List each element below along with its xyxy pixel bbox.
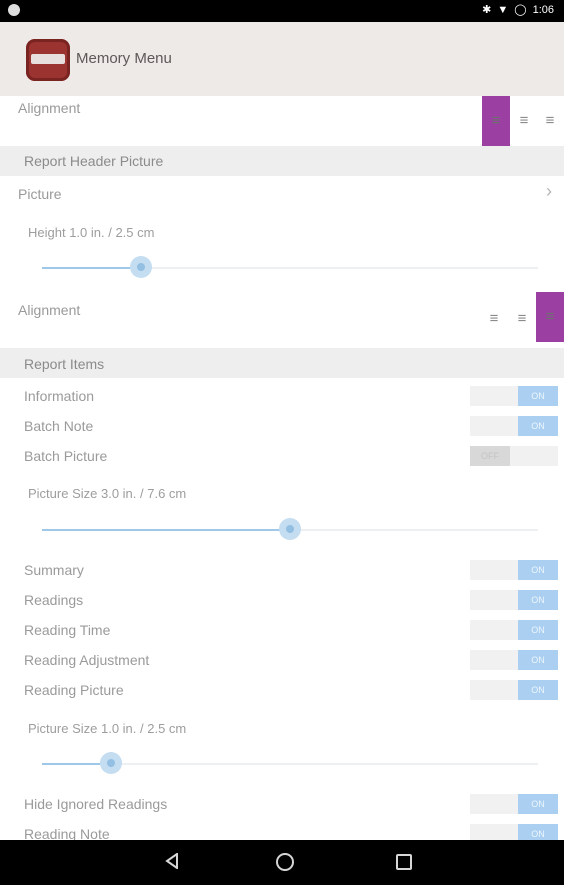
align-center-icon: ≡ — [519, 112, 529, 129]
align-right-button[interactable]: ≡ — [536, 96, 564, 146]
section-title: Report Header Picture — [24, 153, 164, 169]
align-left-icon: ≡ — [491, 112, 501, 129]
alignment-row-header-picture: Alignment ≡ ≡ ≡ — [0, 292, 564, 344]
toggle-label: Summary — [24, 562, 84, 578]
picture-size-slider-thumb[interactable] — [279, 518, 301, 540]
notification-icon — [8, 4, 20, 16]
height-slider-label: Height 1.0 in. / 2.5 cm — [28, 225, 155, 240]
toggle-label: Hide Ignored Readings — [24, 796, 168, 812]
height-slider-row: Height 1.0 in. / 2.5 cm — [0, 210, 564, 296]
chevron-right-icon: › — [546, 181, 552, 201]
toggle-label: Reading Picture — [24, 682, 124, 698]
align-center-button[interactable]: ≡ — [508, 294, 536, 344]
toggle-label: Reading Adjustment — [24, 652, 150, 668]
navigation-bar — [0, 840, 564, 885]
section-header-report-items: Report Items — [0, 348, 564, 378]
status-bar: ✱ ▼ ◯ 1:06 — [0, 0, 564, 22]
toggle-row-information: Information ON — [0, 386, 564, 406]
information-toggle[interactable]: ON — [470, 386, 558, 406]
picture-size-slider-label: Picture Size 3.0 in. / 7.6 cm — [28, 486, 187, 501]
toggle-knob: ON — [518, 416, 558, 436]
align-center-button[interactable]: ≡ — [510, 96, 538, 146]
toggle-knob: ON — [518, 650, 558, 670]
toggle-knob: OFF — [470, 446, 510, 466]
toggle-row-reading-time: Reading Time ON — [0, 620, 564, 640]
app-title: Memory Menu — [76, 50, 172, 67]
align-left-button[interactable]: ≡ — [482, 96, 510, 146]
app-logo-icon[interactable] — [26, 39, 70, 81]
back-icon[interactable] — [165, 853, 179, 869]
toggle-knob: ON — [518, 590, 558, 610]
reading-time-toggle[interactable]: ON — [470, 620, 558, 640]
toggle-knob: ON — [518, 620, 558, 640]
align-right-icon: ≡ — [545, 112, 555, 129]
toggle-label: Reading Time — [24, 622, 111, 638]
toggle-label: Batch Note — [24, 418, 94, 434]
alarm-icon: ◯ — [514, 4, 527, 16]
height-slider-fill — [42, 267, 142, 269]
toggle-label: Batch Picture — [24, 448, 108, 464]
align-left-button[interactable]: ≡ — [480, 294, 508, 344]
bluetooth-icon: ✱ — [482, 4, 492, 16]
section-title: Report Items — [24, 356, 105, 372]
toggle-knob: ON — [518, 680, 558, 700]
reading-picture-size-slider-thumb[interactable] — [100, 752, 123, 774]
summary-toggle[interactable]: ON — [470, 560, 558, 580]
reading-picture-toggle[interactable]: ON — [470, 680, 558, 700]
toggle-row-batch-picture: Batch Picture OFF — [0, 446, 564, 466]
hide-ignored-readings-toggle[interactable]: ON — [470, 794, 558, 814]
align-right-button[interactable]: ≡ — [536, 292, 564, 342]
picture-size-slider[interactable] — [42, 518, 538, 540]
alignment-row-top: Alignment ≡ ≡ ≡ — [0, 96, 564, 146]
toggle-label: Information — [24, 388, 95, 404]
toggle-label: Readings — [24, 592, 84, 608]
reading-picture-size-slider-row: Picture Size 1.0 in. / 2.5 cm — [0, 706, 564, 792]
recents-icon[interactable] — [396, 854, 412, 870]
reading-adjustment-toggle[interactable]: ON — [470, 650, 558, 670]
toggle-knob: ON — [518, 386, 558, 406]
toggle-knob: ON — [518, 794, 558, 814]
picture-label: Picture — [18, 186, 62, 202]
reading-picture-size-slider-label: Picture Size 1.0 in. / 2.5 cm — [28, 721, 187, 736]
height-slider-thumb[interactable] — [130, 256, 153, 278]
batch-note-toggle[interactable]: ON — [470, 416, 558, 436]
toggle-row-reading-adjustment: Reading Adjustment ON — [0, 650, 564, 670]
align-center-icon: ≡ — [517, 310, 527, 327]
home-icon[interactable] — [276, 853, 294, 871]
align-left-icon: ≡ — [489, 310, 499, 327]
reading-picture-size-slider[interactable] — [42, 752, 538, 774]
wifi-icon: ▼ — [497, 4, 509, 16]
alignment-label: Alignment — [18, 100, 81, 116]
toggle-row-hide-ignored-readings: Hide Ignored Readings ON — [0, 794, 564, 814]
app-bar: Memory Menu — [0, 22, 564, 96]
alignment-label: Alignment — [18, 302, 81, 318]
align-right-icon: ≡ — [545, 308, 555, 325]
batch-picture-toggle[interactable]: OFF — [470, 446, 558, 466]
picture-row[interactable]: Picture › — [0, 176, 564, 210]
toggle-knob: ON — [518, 560, 558, 580]
height-slider[interactable] — [42, 256, 538, 278]
section-header-report-header-picture: Report Header Picture — [0, 146, 564, 176]
picture-size-slider-fill — [42, 529, 290, 531]
toggle-row-batch-note: Batch Note ON — [0, 416, 564, 436]
toggle-row-readings: Readings ON — [0, 590, 564, 610]
toggle-row-reading-picture: Reading Picture ON — [0, 680, 564, 700]
status-time: 1:06 — [532, 4, 554, 16]
picture-size-slider-row: Picture Size 3.0 in. / 7.6 cm — [0, 474, 564, 560]
readings-toggle[interactable]: ON — [470, 590, 558, 610]
toggle-row-summary: Summary ON — [0, 560, 564, 580]
